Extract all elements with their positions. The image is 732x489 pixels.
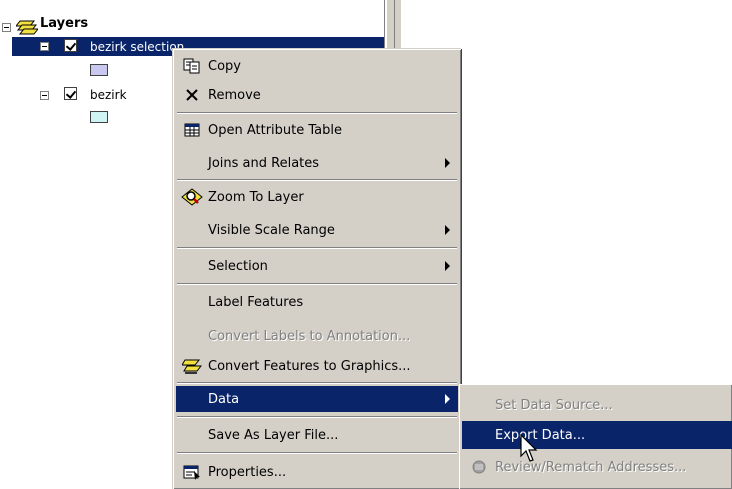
- zoom-to-layer-icon: [176, 184, 208, 210]
- layer-visibility-checkbox[interactable]: [64, 39, 77, 52]
- checkmark-icon: [65, 40, 77, 51]
- convert-graphics-icon: [176, 353, 208, 379]
- menu-item-open-attribute-table[interactable]: Open Attribute Table: [176, 117, 458, 143]
- empty-icon-slot: [176, 289, 208, 315]
- menu-item-label: Convert Labels to Annotation...: [208, 328, 411, 344]
- layer-symbol-swatch[interactable]: [90, 111, 108, 123]
- menu-item-label: Zoom To Layer: [208, 189, 304, 205]
- table-icon: [176, 117, 208, 143]
- menu-separator: [177, 283, 457, 285]
- layer-context-menu: Copy Remove Open Attribute Table Joins a…: [172, 48, 461, 489]
- menu-item-label: Selection: [208, 258, 268, 274]
- empty-icon-slot: [176, 150, 208, 176]
- menu-separator: [177, 452, 457, 454]
- layers-collapse-toggle[interactable]: [2, 23, 11, 32]
- empty-icon-slot: [176, 253, 208, 279]
- menu-item-label: Label Features: [208, 294, 304, 310]
- menu-item-save-as-layer-file[interactable]: Save As Layer File...: [176, 422, 458, 448]
- layer-name-label[interactable]: bezirk: [90, 87, 127, 103]
- copy-icon: [176, 53, 208, 79]
- menu-item-zoom-to-layer[interactable]: Zoom To Layer: [176, 184, 458, 210]
- menu-item-data[interactable]: Data: [176, 386, 458, 412]
- submenu-arrow-icon: [445, 158, 450, 168]
- layer-collapse-toggle[interactable]: [40, 91, 49, 100]
- menu-item-label: Open Attribute Table: [208, 122, 343, 138]
- mouse-cursor-icon: [520, 434, 538, 462]
- layers-root-label[interactable]: Layers: [40, 16, 88, 32]
- menu-item-label-features[interactable]: Label Features: [176, 289, 458, 315]
- submenu-arrow-icon: [445, 225, 450, 235]
- submenu-item-set-data-source[interactable]: Set Data Source...: [462, 391, 732, 419]
- menu-separator: [177, 247, 457, 249]
- submenu-item-export-data[interactable]: Export Data...: [462, 421, 732, 449]
- submenu-item-label: Set Data Source...: [495, 397, 613, 413]
- submenu-item-review-rematch-addresses[interactable]: Review/Rematch Addresses...: [462, 453, 732, 481]
- menu-item-label: Save As Layer File...: [208, 427, 339, 443]
- menu-item-label: Copy: [208, 58, 241, 74]
- layer-collapse-toggle[interactable]: [40, 42, 49, 51]
- empty-icon-slot: [176, 422, 208, 448]
- submenu-arrow-icon: [445, 394, 450, 404]
- empty-icon-slot: [176, 386, 208, 412]
- menu-separator: [177, 382, 457, 384]
- menu-separator: [177, 416, 457, 418]
- menu-separator: [177, 112, 457, 114]
- submenu-arrow-icon: [445, 261, 450, 271]
- geocode-icon: [462, 453, 495, 481]
- menu-item-label: Joins and Relates: [208, 155, 320, 171]
- empty-icon-slot: [176, 323, 208, 349]
- menu-item-convert-labels-to-annotation[interactable]: Convert Labels to Annotation...: [176, 323, 458, 349]
- menu-item-label: Remove: [208, 87, 261, 103]
- submenu-item-label: Export Data...: [495, 427, 586, 443]
- properties-icon: [176, 459, 208, 485]
- menu-item-label: Visible Scale Range: [208, 222, 335, 238]
- menu-item-selection[interactable]: Selection: [176, 253, 458, 279]
- checkmark-icon: [65, 88, 77, 99]
- remove-icon: [176, 82, 208, 108]
- layer-visibility-checkbox[interactable]: [64, 87, 77, 100]
- empty-icon-slot: [176, 217, 208, 243]
- menu-item-copy[interactable]: Copy: [176, 53, 458, 79]
- data-submenu: Set Data Source... Export Data... Review…: [459, 384, 732, 489]
- empty-icon-slot: [462, 391, 495, 419]
- menu-item-convert-features-to-graphics[interactable]: Convert Features to Graphics...: [176, 353, 458, 379]
- empty-icon-slot: [462, 421, 495, 449]
- menu-item-properties[interactable]: Properties...: [176, 459, 458, 485]
- menu-item-label: Data: [208, 391, 240, 407]
- layer-name-label[interactable]: bezirk selection: [90, 39, 184, 55]
- menu-item-remove[interactable]: Remove: [176, 82, 458, 108]
- menu-separator: [177, 179, 457, 181]
- menu-item-visible-scale-range[interactable]: Visible Scale Range: [176, 217, 458, 243]
- menu-item-label: Convert Features to Graphics...: [208, 358, 411, 374]
- menu-item-label: Properties...: [208, 464, 287, 480]
- layer-symbol-swatch[interactable]: [90, 64, 108, 76]
- menu-item-joins-and-relates[interactable]: Joins and Relates: [176, 150, 458, 176]
